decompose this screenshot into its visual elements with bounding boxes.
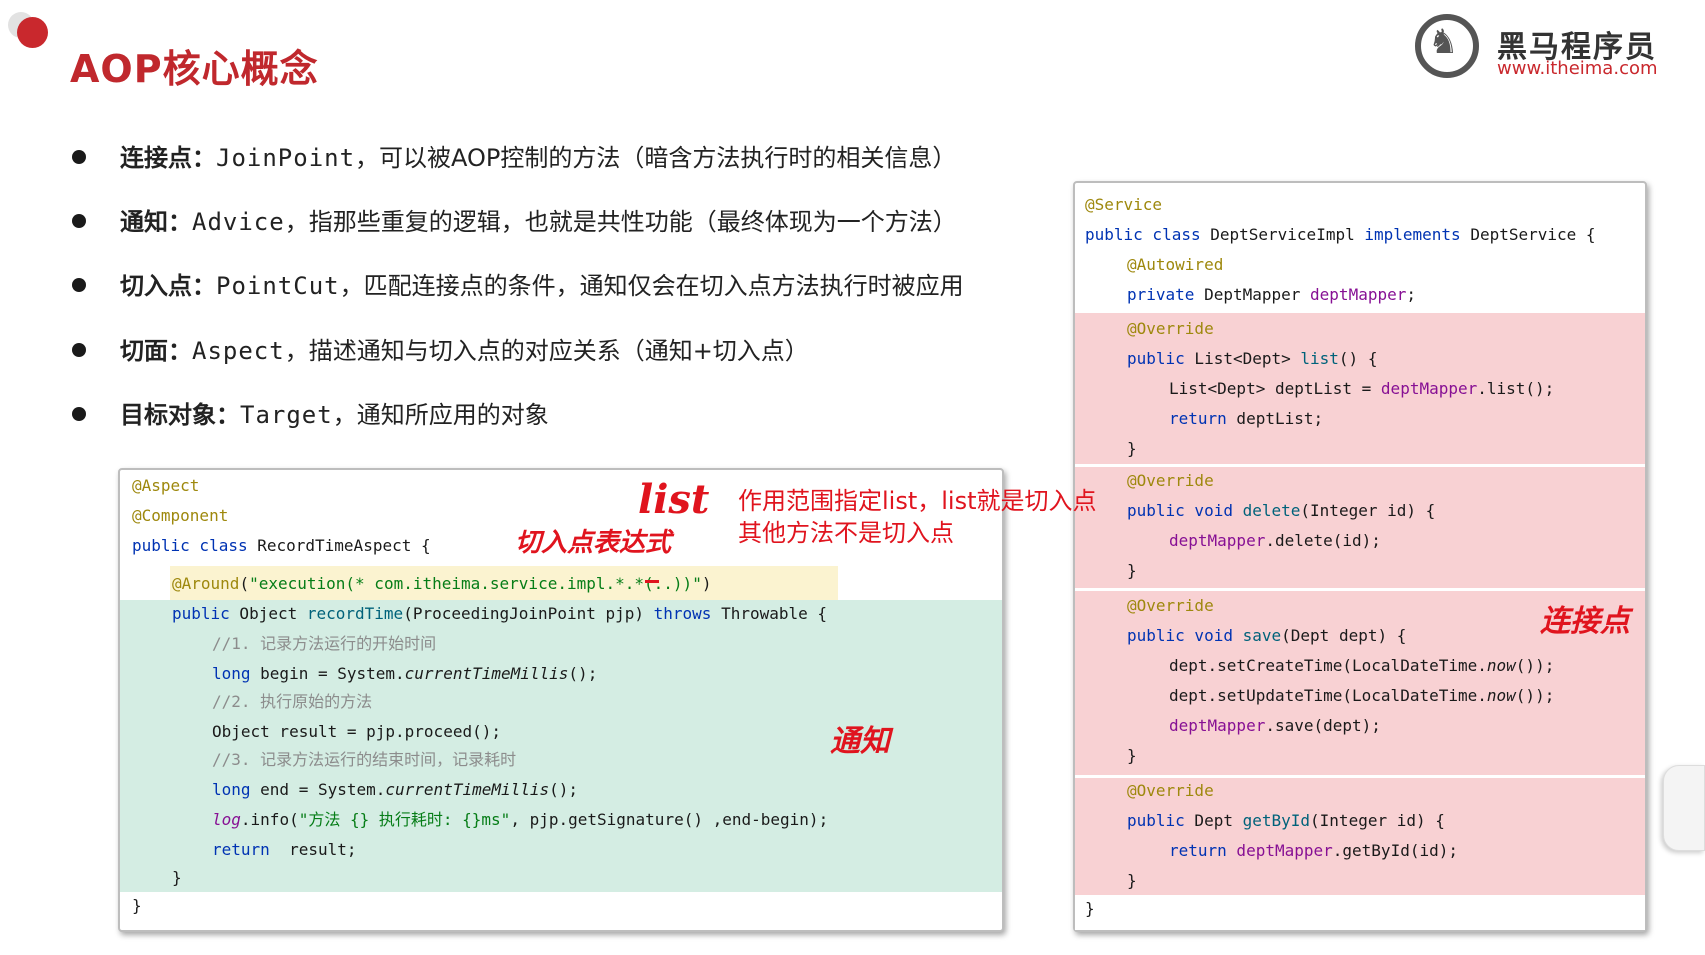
handwritten-pointcut-expression: 切入点表达式	[515, 528, 672, 558]
code-line: return result;	[212, 840, 357, 859]
code-comment: //1. 记录方法运行的开始时间	[212, 634, 437, 653]
code-line: public void save(Dept dept) {	[1127, 626, 1407, 645]
divider	[1075, 588, 1645, 591]
slide-title: AOP核心概念	[70, 47, 319, 91]
underline-mark	[645, 580, 659, 583]
bullet-icon	[72, 150, 86, 164]
code-line: long begin = System.currentTimeMillis();	[212, 664, 598, 683]
bullet-icon	[72, 407, 86, 421]
bullet-target: 目标对象：Target，通知所应用的对象	[72, 395, 549, 430]
code-line: public void delete(Integer id) {	[1127, 501, 1436, 520]
code-comment: //3. 记录方法运行的结束时间，记录耗时	[212, 750, 517, 769]
service-code-block: @Service public class DeptServiceImpl im…	[1073, 181, 1647, 932]
bullet-pointcut: 切入点：PointCut，匹配连接点的条件，通知仅会在切入点方法执行时被应用	[72, 266, 964, 301]
code-line: }	[1127, 439, 1137, 458]
bullet-advice: 通知：Advice，指那些重复的逻辑，也就是共性功能（最终体现为一个方法）	[72, 202, 957, 237]
code-line: @Component	[132, 506, 229, 525]
bullet-aspect: 切面：Aspect，描述通知与切入点的对应关系（通知+切入点）	[72, 331, 809, 366]
code-line: public class RecordTimeAspect {	[132, 536, 431, 555]
code-line: public List<Dept> list() {	[1127, 349, 1378, 368]
code-line: dept.setCreateTime(LocalDateTime.now());	[1169, 656, 1555, 675]
code-line: public Object recordTime(ProceedingJoinP…	[172, 604, 828, 623]
annotation-note-line1: 作用范围指定list，list就是切入点	[738, 487, 1097, 515]
code-line: log.info("方法 {} 执行耗时: {}ms", pjp.getSign…	[212, 810, 829, 829]
code-line: List<Dept> deptList = deptMapper.list();	[1169, 379, 1555, 398]
code-comment: //2. 执行原始的方法	[212, 692, 373, 711]
code-line: Object result = pjp.proceed();	[212, 722, 501, 741]
code-line: deptMapper.save(dept);	[1169, 716, 1381, 735]
bullet-joinpoint: 连接点：JoinPoint，可以被AOP控制的方法（暗含方法执行时的相关信息）	[72, 138, 956, 173]
code-line: }	[172, 868, 182, 887]
code-line: @Override	[1127, 596, 1214, 615]
code-line: @Aspect	[132, 476, 200, 495]
handwritten-list: list	[638, 476, 710, 523]
bullet-icon	[72, 214, 86, 228]
code-line: long end = System.currentTimeMillis();	[212, 780, 579, 799]
code-line: }	[1085, 899, 1095, 918]
code-line: return deptMapper.getById(id);	[1169, 841, 1458, 860]
code-line: private DeptMapper deptMapper;	[1127, 285, 1416, 304]
bullet-icon	[72, 278, 86, 292]
code-line: }	[132, 896, 142, 915]
code-line: @Autowired	[1127, 255, 1224, 274]
title-bullet-dot	[17, 17, 48, 48]
code-line: public class DeptServiceImpl implements …	[1085, 225, 1596, 244]
code-line: return deptList;	[1169, 409, 1324, 428]
annotation-note-line2: 其他方法不是切入点	[738, 519, 954, 547]
code-line: deptMapper.delete(id);	[1169, 531, 1381, 550]
code-line: }	[1127, 746, 1137, 765]
code-line: public Dept getById(Integer id) {	[1127, 811, 1445, 830]
code-line: }	[1127, 871, 1137, 890]
code-line: @Override	[1127, 319, 1214, 338]
closing-area	[1075, 895, 1645, 930]
side-widget-tab[interactable]	[1663, 765, 1705, 851]
code-line: dept.setUpdateTime(LocalDateTime.now());	[1169, 686, 1555, 705]
logo-url: www.itheima.com	[1497, 58, 1658, 79]
code-line: @Override	[1127, 781, 1214, 800]
code-line: }	[1127, 561, 1137, 580]
code-line: @Override	[1127, 471, 1214, 490]
code-line: @Service	[1085, 195, 1163, 214]
code-line-around: @Around("execution(* com.itheima.service…	[172, 574, 712, 593]
handwritten-advice: 通知	[830, 724, 890, 759]
bullet-icon	[72, 343, 86, 357]
handwritten-joinpoint: 连接点	[1540, 604, 1630, 639]
horse-icon: ♞	[1428, 22, 1459, 62]
